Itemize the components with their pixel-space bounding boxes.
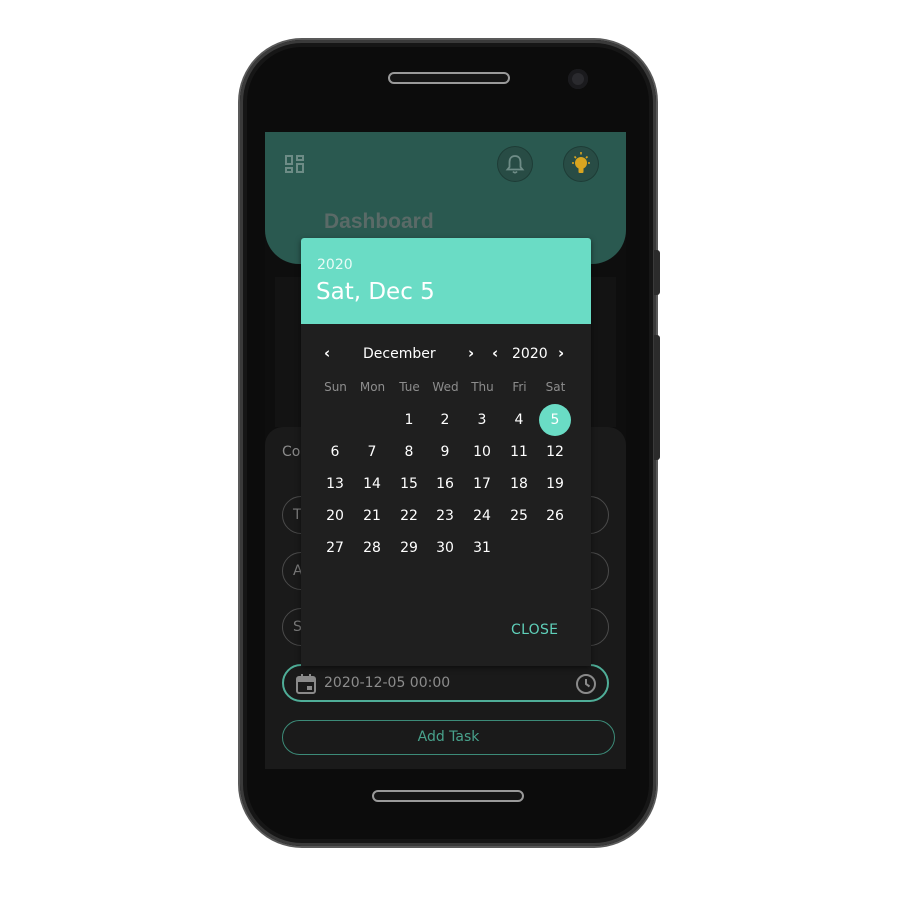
calendar-day[interactable]: 27: [319, 532, 351, 564]
calendar-day[interactable]: 3: [466, 404, 498, 436]
front-camera: [568, 69, 588, 89]
calendar-day[interactable]: 28: [356, 532, 388, 564]
bell-icon: [505, 155, 525, 174]
selected-day[interactable]: 5: [539, 404, 571, 436]
page-title: Dashboard: [324, 210, 434, 233]
calendar-day[interactable]: 12: [539, 436, 571, 468]
lightbulb-icon: [572, 152, 590, 173]
weekday-label: Fri: [512, 380, 527, 394]
weekday-label: Wed: [432, 380, 459, 394]
calendar-day[interactable]: 18: [503, 468, 535, 500]
prev-month-button[interactable]: ‹: [324, 344, 330, 362]
clock-icon[interactable]: [574, 672, 598, 696]
calendar-day[interactable]: 30: [429, 532, 461, 564]
next-month-button[interactable]: ›: [468, 344, 474, 362]
next-year-button[interactable]: ›: [558, 344, 564, 362]
calendar-day[interactable]: 17: [466, 468, 498, 500]
calendar-day[interactable]: 16: [429, 468, 461, 500]
selected-year[interactable]: 2020: [317, 257, 353, 273]
date-picker-dialog: 2020 Sat, Dec 5 ‹ December › ‹ 2020 › Su…: [301, 238, 591, 666]
selected-date: Sat, Dec 5: [316, 279, 435, 305]
calendar-day[interactable]: 19: [539, 468, 571, 500]
calendar-day[interactable]: 1: [393, 404, 425, 436]
calendar-day[interactable]: 31: [466, 532, 498, 564]
calendar-day[interactable]: 15: [393, 468, 425, 500]
weekday-label: Mon: [359, 380, 386, 394]
form-section-label: Co: [282, 444, 301, 460]
calendar-icon[interactable]: [295, 673, 317, 695]
due-date-field[interactable]: 2020-12-05 00:00: [282, 664, 609, 702]
close-button[interactable]: CLOSE: [511, 622, 558, 638]
calendar-day[interactable]: 2: [429, 404, 461, 436]
calendar-day[interactable]: 13: [319, 468, 351, 500]
calendar-day[interactable]: 23: [429, 500, 461, 532]
power-button: [654, 335, 660, 460]
year-label: 2020: [512, 346, 548, 362]
calendar-day[interactable]: 10: [466, 436, 498, 468]
notifications-button[interactable]: [498, 147, 532, 181]
weekday-label: Sat: [545, 380, 566, 394]
add-task-button[interactable]: Add Task: [282, 720, 615, 755]
earpiece-speaker: [388, 72, 510, 84]
calendar-day[interactable]: 29: [393, 532, 425, 564]
calendar-day[interactable]: 22: [393, 500, 425, 532]
weekday-label: Sun: [324, 380, 347, 394]
calendar-day[interactable]: 11: [503, 436, 535, 468]
calendar-day[interactable]: 25: [503, 500, 535, 532]
calendar-day[interactable]: 24: [466, 500, 498, 532]
calendar-day[interactable]: 6: [319, 436, 351, 468]
calendar-day[interactable]: 7: [356, 436, 388, 468]
apps-icon[interactable]: [285, 155, 305, 175]
theme-toggle-button[interactable]: [564, 147, 598, 181]
calendar-day[interactable]: 9: [429, 436, 461, 468]
due-date-value: 2020-12-05 00:00: [324, 675, 451, 691]
calendar-day[interactable]: 20: [319, 500, 351, 532]
home-bar: [372, 790, 524, 802]
volume-button: [654, 250, 660, 295]
prev-year-button[interactable]: ‹: [492, 344, 498, 362]
month-label: December: [363, 346, 436, 362]
date-picker-header: 2020 Sat, Dec 5: [301, 238, 591, 324]
weekday-label: Thu: [471, 380, 494, 394]
calendar-day[interactable]: 26: [539, 500, 571, 532]
weekday-label: Tue: [399, 380, 420, 394]
calendar-day[interactable]: 4: [503, 404, 535, 436]
calendar-day[interactable]: 21: [356, 500, 388, 532]
calendar-day[interactable]: 14: [356, 468, 388, 500]
calendar-day[interactable]: 8: [393, 436, 425, 468]
